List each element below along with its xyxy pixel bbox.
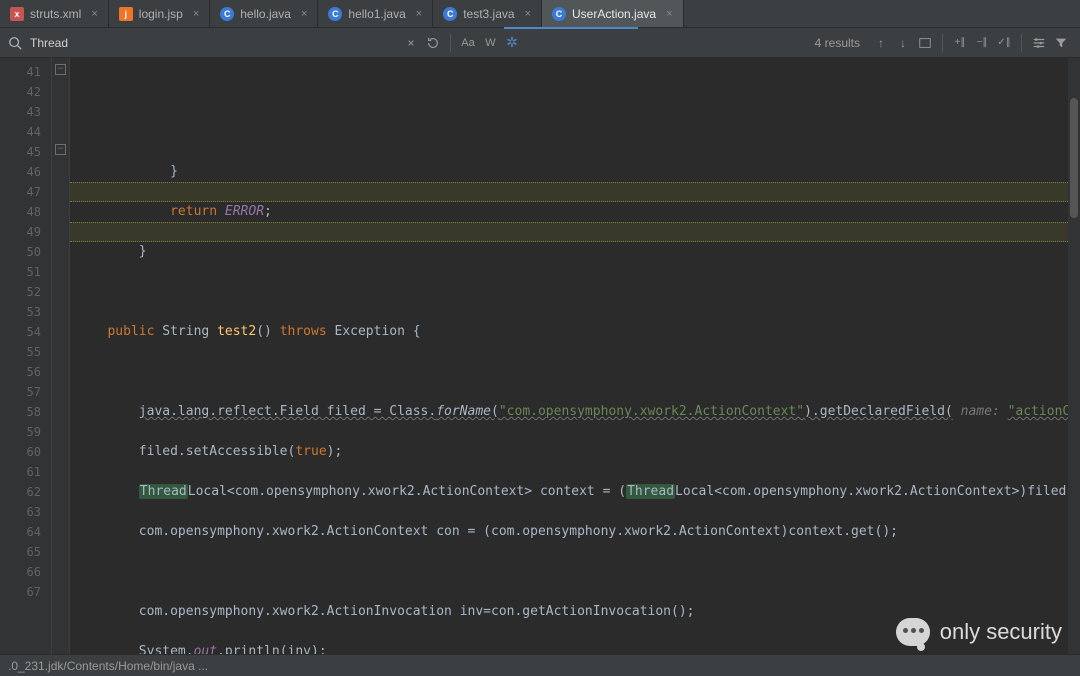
java-file-icon: C — [328, 7, 342, 21]
close-icon[interactable]: × — [666, 8, 672, 20]
fold-column: − − — [52, 58, 70, 654]
tab-test3-java[interactable]: C test3.java × — [433, 0, 542, 27]
history-icon[interactable] — [422, 32, 444, 54]
tab-label: struts.xml — [30, 7, 81, 21]
warning-highlight — [70, 182, 1080, 202]
code-text: filed.setAccessible( — [139, 444, 296, 459]
regex-icon[interactable]: ✲ — [501, 32, 523, 54]
inlay-hint: name: — [953, 404, 1008, 419]
code-text: String — [162, 324, 209, 339]
next-match-icon[interactable]: ↓ — [892, 32, 914, 54]
code-text: System. — [139, 644, 194, 654]
code-text: Exception — [335, 324, 405, 339]
tab-login-jsp[interactable]: j login.jsp × — [109, 0, 210, 27]
status-text: .0_231.jdk/Contents/Home/bin/java ... — [8, 659, 208, 673]
prev-match-icon[interactable]: ↑ — [870, 32, 892, 54]
code-text: ).getDeclaredField( — [804, 404, 953, 419]
code-text: ); — [327, 444, 343, 459]
active-tab-underline — [504, 27, 638, 29]
status-bar: .0_231.jdk/Contents/Home/bin/java ... — [0, 654, 1080, 676]
code-text: out — [194, 644, 217, 654]
search-icon — [8, 36, 22, 50]
close-icon[interactable]: × — [91, 8, 97, 20]
results-count: 4 results — [815, 36, 860, 50]
remove-selection-icon[interactable]: −∥ — [971, 32, 993, 54]
close-icon[interactable]: × — [301, 8, 307, 20]
filter-icon[interactable] — [1050, 32, 1072, 54]
match-case-icon[interactable]: Aa — [457, 32, 479, 54]
warning-highlight — [70, 222, 1080, 242]
search-match: Thread — [626, 484, 675, 499]
code-text: .println(inv); — [217, 644, 327, 654]
tab-hello1-java[interactable]: C hello1.java × — [318, 0, 433, 27]
code-text: Local<com.opensymphony.xwork2.ActionCont… — [188, 484, 626, 499]
tab-label: login.jsp — [139, 7, 183, 21]
code-text: ; — [264, 204, 272, 219]
vertical-scrollbar[interactable] — [1068, 58, 1080, 654]
scrollbar-thumb[interactable] — [1070, 98, 1078, 218]
xml-file-icon: x — [10, 7, 24, 21]
editor-tabbar: x struts.xml × j login.jsp × C hello.jav… — [0, 0, 1080, 28]
code-text: com.opensymphony.xwork2.ActionContext co… — [139, 524, 898, 539]
tab-label: test3.java — [463, 7, 514, 21]
search-match: Thread — [139, 484, 188, 499]
code-editor[interactable]: 4142434445464748495051525354555657585960… — [0, 58, 1080, 654]
close-icon[interactable]: × — [525, 8, 531, 20]
jsp-file-icon: j — [119, 7, 133, 21]
java-file-icon: C — [552, 7, 566, 21]
tab-hello-java[interactable]: C hello.java × — [210, 0, 318, 27]
add-selection-icon[interactable]: +∥ — [949, 32, 971, 54]
close-icon[interactable]: × — [416, 8, 422, 20]
fold-handle-icon[interactable]: − — [55, 144, 66, 155]
code-text: true — [295, 444, 326, 459]
code-text: com.opensymphony.xwork2.ActionInvocation… — [139, 604, 695, 619]
separator — [450, 34, 451, 52]
words-icon[interactable]: W — [479, 32, 501, 54]
code-text: return — [170, 204, 217, 219]
java-file-icon: C — [443, 7, 457, 21]
select-all-icon[interactable] — [914, 32, 936, 54]
code-text: ( — [491, 404, 499, 419]
code-text: ERROR — [225, 204, 264, 219]
code-text: Local<com.opensymphony.xwork2.ActionCont… — [675, 484, 1080, 499]
separator — [1021, 34, 1022, 52]
code-text: public — [107, 324, 154, 339]
line-number-gutter: 4142434445464748495051525354555657585960… — [0, 58, 52, 654]
code-text: java.lang.reflect.Field filed = Class. — [139, 404, 436, 419]
select-occurrences-icon[interactable]: ✓∥ — [993, 32, 1015, 54]
search-input[interactable] — [30, 36, 400, 50]
settings-icon[interactable] — [1028, 32, 1050, 54]
tab-useraction-java[interactable]: C UserAction.java × — [542, 0, 683, 27]
tab-struts-xml[interactable]: x struts.xml × — [0, 0, 109, 27]
find-bar: × Aa W ✲ 4 results ↑ ↓ +∥ −∥ ✓∥ — [0, 28, 1080, 58]
code-text: forName — [436, 404, 491, 419]
code-text: "com.opensymphony.xwork2.ActionContext" — [499, 404, 804, 419]
tab-label: hello1.java — [348, 7, 405, 21]
code-text: throws — [280, 324, 327, 339]
fold-handle-icon[interactable]: − — [55, 64, 66, 75]
code-text: } — [139, 244, 147, 259]
code-area[interactable]: } return ERROR; } public String test2() … — [70, 58, 1080, 654]
tab-label: hello.java — [240, 7, 291, 21]
code-text: } — [170, 164, 178, 179]
clear-search-icon[interactable]: × — [400, 32, 422, 54]
tab-label: UserAction.java — [572, 7, 656, 21]
close-icon[interactable]: × — [193, 8, 199, 20]
code-text: test2 — [217, 324, 256, 339]
java-file-icon: C — [220, 7, 234, 21]
separator — [942, 34, 943, 52]
